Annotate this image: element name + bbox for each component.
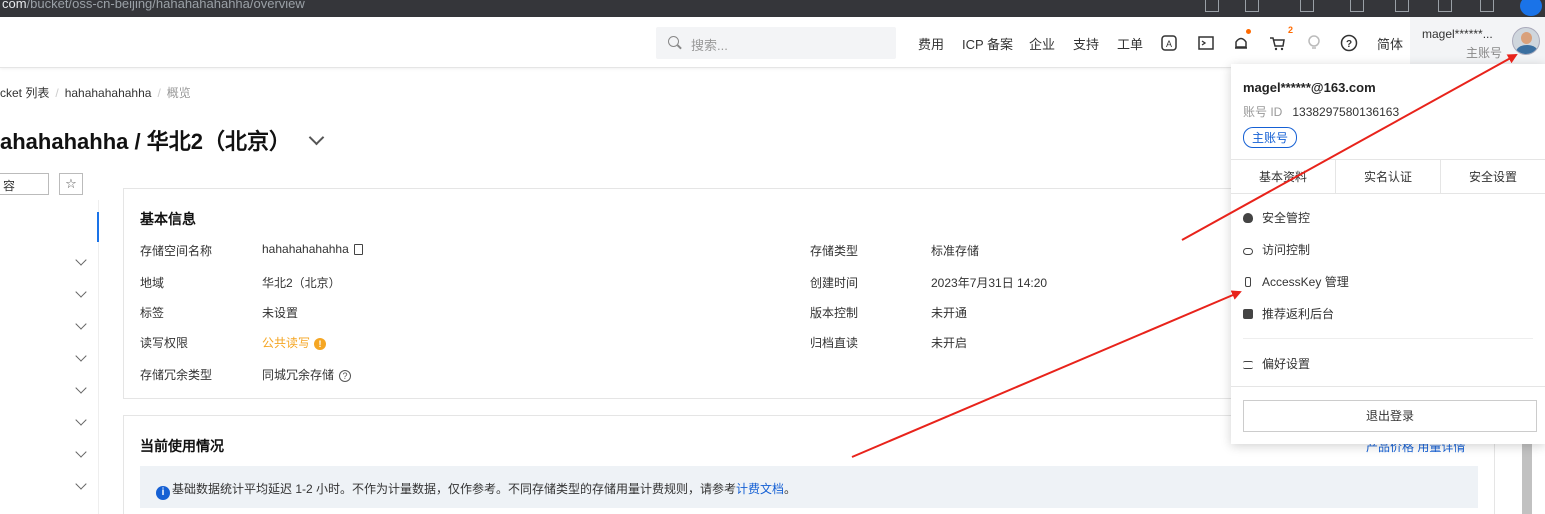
info-label: 地域 bbox=[140, 276, 165, 290]
usage-notice: i 基础数据统计平均延迟 1-2 小时。不作为计量数据，仅作参考。不同存储类型的存… bbox=[140, 466, 1478, 508]
terminal-icon[interactable] bbox=[1197, 34, 1215, 52]
breadcrumb: cket 列表 / hahahahahahha / 概览 bbox=[0, 86, 191, 100]
breadcrumb-bucket-list[interactable]: cket 列表 bbox=[0, 86, 49, 100]
info-label: 归档直读 bbox=[810, 336, 859, 350]
sidebar-divider bbox=[98, 200, 99, 514]
info-icon: i bbox=[156, 486, 170, 500]
chevron-down-icon[interactable] bbox=[75, 478, 87, 490]
tags-value: 未设置 bbox=[262, 306, 299, 320]
account-email: magel******@163.com bbox=[1243, 80, 1376, 95]
help-icon[interactable]: ? bbox=[339, 370, 352, 382]
shield-icon bbox=[1243, 213, 1253, 223]
lightbulb-icon[interactable] bbox=[1305, 34, 1323, 52]
user-role: 主账号 bbox=[1466, 46, 1503, 60]
language-switch[interactable]: 简体 bbox=[1377, 34, 1403, 53]
nav-fees[interactable]: 费用 bbox=[918, 34, 944, 53]
cart-badge: 2 bbox=[1288, 25, 1294, 35]
profile-icon[interactable] bbox=[1520, 0, 1542, 16]
cart-icon[interactable] bbox=[1268, 34, 1286, 52]
account-id: 账号 ID 1338297580136163 bbox=[1243, 105, 1400, 119]
user-dropdown: magel******@163.com 账号 ID 133829758013616… bbox=[1231, 64, 1545, 444]
notification-icon[interactable] bbox=[1232, 34, 1250, 52]
redundancy-value: 同城冗余存储? bbox=[262, 366, 352, 383]
versioning-value: 未开通 bbox=[931, 306, 968, 320]
tab-basic-info[interactable]: 基本资料 bbox=[1231, 160, 1336, 193]
sidebar-search-input[interactable]: 容 bbox=[0, 173, 49, 195]
archive-read-value: 未开启 bbox=[931, 336, 968, 350]
info-label: 创建时间 bbox=[810, 276, 859, 290]
menu-preferences[interactable]: 偏好设置 bbox=[1243, 355, 1310, 372]
info-label: 标签 bbox=[140, 306, 165, 320]
shield-icon[interactable] bbox=[1480, 0, 1494, 12]
logout-button[interactable]: 退出登录 bbox=[1243, 400, 1537, 432]
menu-accesskey[interactable]: AccessKey 管理 bbox=[1243, 273, 1349, 290]
copy-icon[interactable] bbox=[353, 244, 363, 255]
search-placeholder: 搜索... bbox=[691, 38, 728, 53]
api-icon[interactable]: A bbox=[1160, 34, 1178, 52]
chevron-down-icon[interactable] bbox=[75, 350, 87, 362]
chevron-down-icon[interactable] bbox=[75, 254, 87, 266]
collection-icon[interactable] bbox=[1350, 0, 1364, 12]
tab-security[interactable]: 安全设置 bbox=[1441, 160, 1545, 193]
nav-enterprise[interactable]: 企业 bbox=[1029, 34, 1055, 53]
created-time-value: 2023年7月31日 14:20 bbox=[931, 276, 1048, 290]
cloud-icon bbox=[1243, 248, 1253, 255]
svg-text:A: A bbox=[1166, 39, 1172, 49]
basic-info-title: 基本信息 bbox=[140, 211, 196, 227]
tab-icon[interactable] bbox=[1438, 0, 1452, 12]
book-icon bbox=[1243, 309, 1253, 319]
info-label: 读写权限 bbox=[140, 336, 189, 350]
chevron-down-icon[interactable] bbox=[75, 414, 87, 426]
user-name: magel******... bbox=[1422, 27, 1493, 41]
nav-ticket[interactable]: 工单 bbox=[1117, 34, 1143, 53]
chevron-down-icon[interactable] bbox=[75, 446, 87, 458]
account-type-badge: 主账号 bbox=[1243, 127, 1298, 148]
info-label: 版本控制 bbox=[810, 306, 859, 320]
acl-value: 公共读写! bbox=[262, 334, 327, 351]
avatar[interactable] bbox=[1512, 27, 1540, 55]
breadcrumb-bucket[interactable]: hahahahahahha bbox=[65, 86, 152, 100]
key-icon bbox=[1245, 277, 1251, 287]
search-icon bbox=[668, 36, 679, 47]
top-navigation: 搜索... 费用 ICP 备案 企业 支持 工单 A 2 ? 简体 magel*… bbox=[0, 17, 1545, 68]
menu-access-control[interactable]: 访问控制 bbox=[1243, 241, 1310, 258]
menu-referral[interactable]: 推荐返利后台 bbox=[1243, 305, 1334, 322]
chevron-down-icon[interactable] bbox=[75, 318, 87, 330]
notification-dot bbox=[1246, 29, 1251, 34]
help-icon[interactable]: ? bbox=[1340, 34, 1358, 52]
info-label: 存储空间名称 bbox=[140, 244, 213, 258]
chevron-down-icon[interactable] bbox=[75, 382, 87, 394]
billing-doc-link[interactable]: 计费文档 bbox=[736, 482, 784, 496]
tab-real-name[interactable]: 实名认证 bbox=[1336, 160, 1441, 193]
account-tabs: 基本资料 实名认证 安全设置 bbox=[1231, 159, 1545, 194]
nav-support[interactable]: 支持 bbox=[1073, 34, 1099, 53]
sliders-icon bbox=[1243, 361, 1253, 369]
browser-bar: com/bucket/oss-cn-beijing/hahahahahahha/… bbox=[0, 0, 1545, 17]
reader-icon[interactable] bbox=[1205, 0, 1219, 12]
address-bar[interactable]: com/bucket/oss-cn-beijing/hahahahahahha/… bbox=[2, 0, 305, 11]
chevron-down-icon[interactable] bbox=[308, 129, 325, 146]
page-title: ahahahahha / 华北2（北京） bbox=[0, 124, 325, 156]
storage-class-value: 标准存储 bbox=[931, 244, 980, 258]
star-icon[interactable]: ☆ bbox=[59, 173, 83, 195]
chevron-down-icon[interactable] bbox=[75, 286, 87, 298]
region-value: 华北2（北京） bbox=[262, 276, 341, 290]
divider bbox=[1243, 338, 1533, 339]
user-menu-trigger[interactable]: magel******... 主账号 bbox=[1410, 17, 1545, 68]
sidebar-active-indicator bbox=[97, 212, 99, 242]
bucket-name-value: hahahahahahha bbox=[262, 242, 363, 256]
info-label: 存储类型 bbox=[810, 244, 859, 258]
divider bbox=[1231, 386, 1545, 387]
favorites-icon[interactable] bbox=[1395, 0, 1409, 12]
info-label: 存储冗余类型 bbox=[140, 368, 213, 382]
breadcrumb-current: 概览 bbox=[166, 86, 191, 100]
search-input[interactable]: 搜索... bbox=[656, 27, 896, 59]
bell-icon[interactable] bbox=[1245, 0, 1259, 12]
extension-icon[interactable] bbox=[1300, 0, 1314, 12]
nav-icp[interactable]: ICP 备案 bbox=[962, 34, 1013, 53]
warning-icon: ! bbox=[314, 338, 327, 350]
svg-text:?: ? bbox=[1346, 39, 1352, 50]
menu-security-control[interactable]: 安全管控 bbox=[1243, 209, 1310, 226]
usage-title: 当前使用情况 bbox=[140, 438, 224, 454]
